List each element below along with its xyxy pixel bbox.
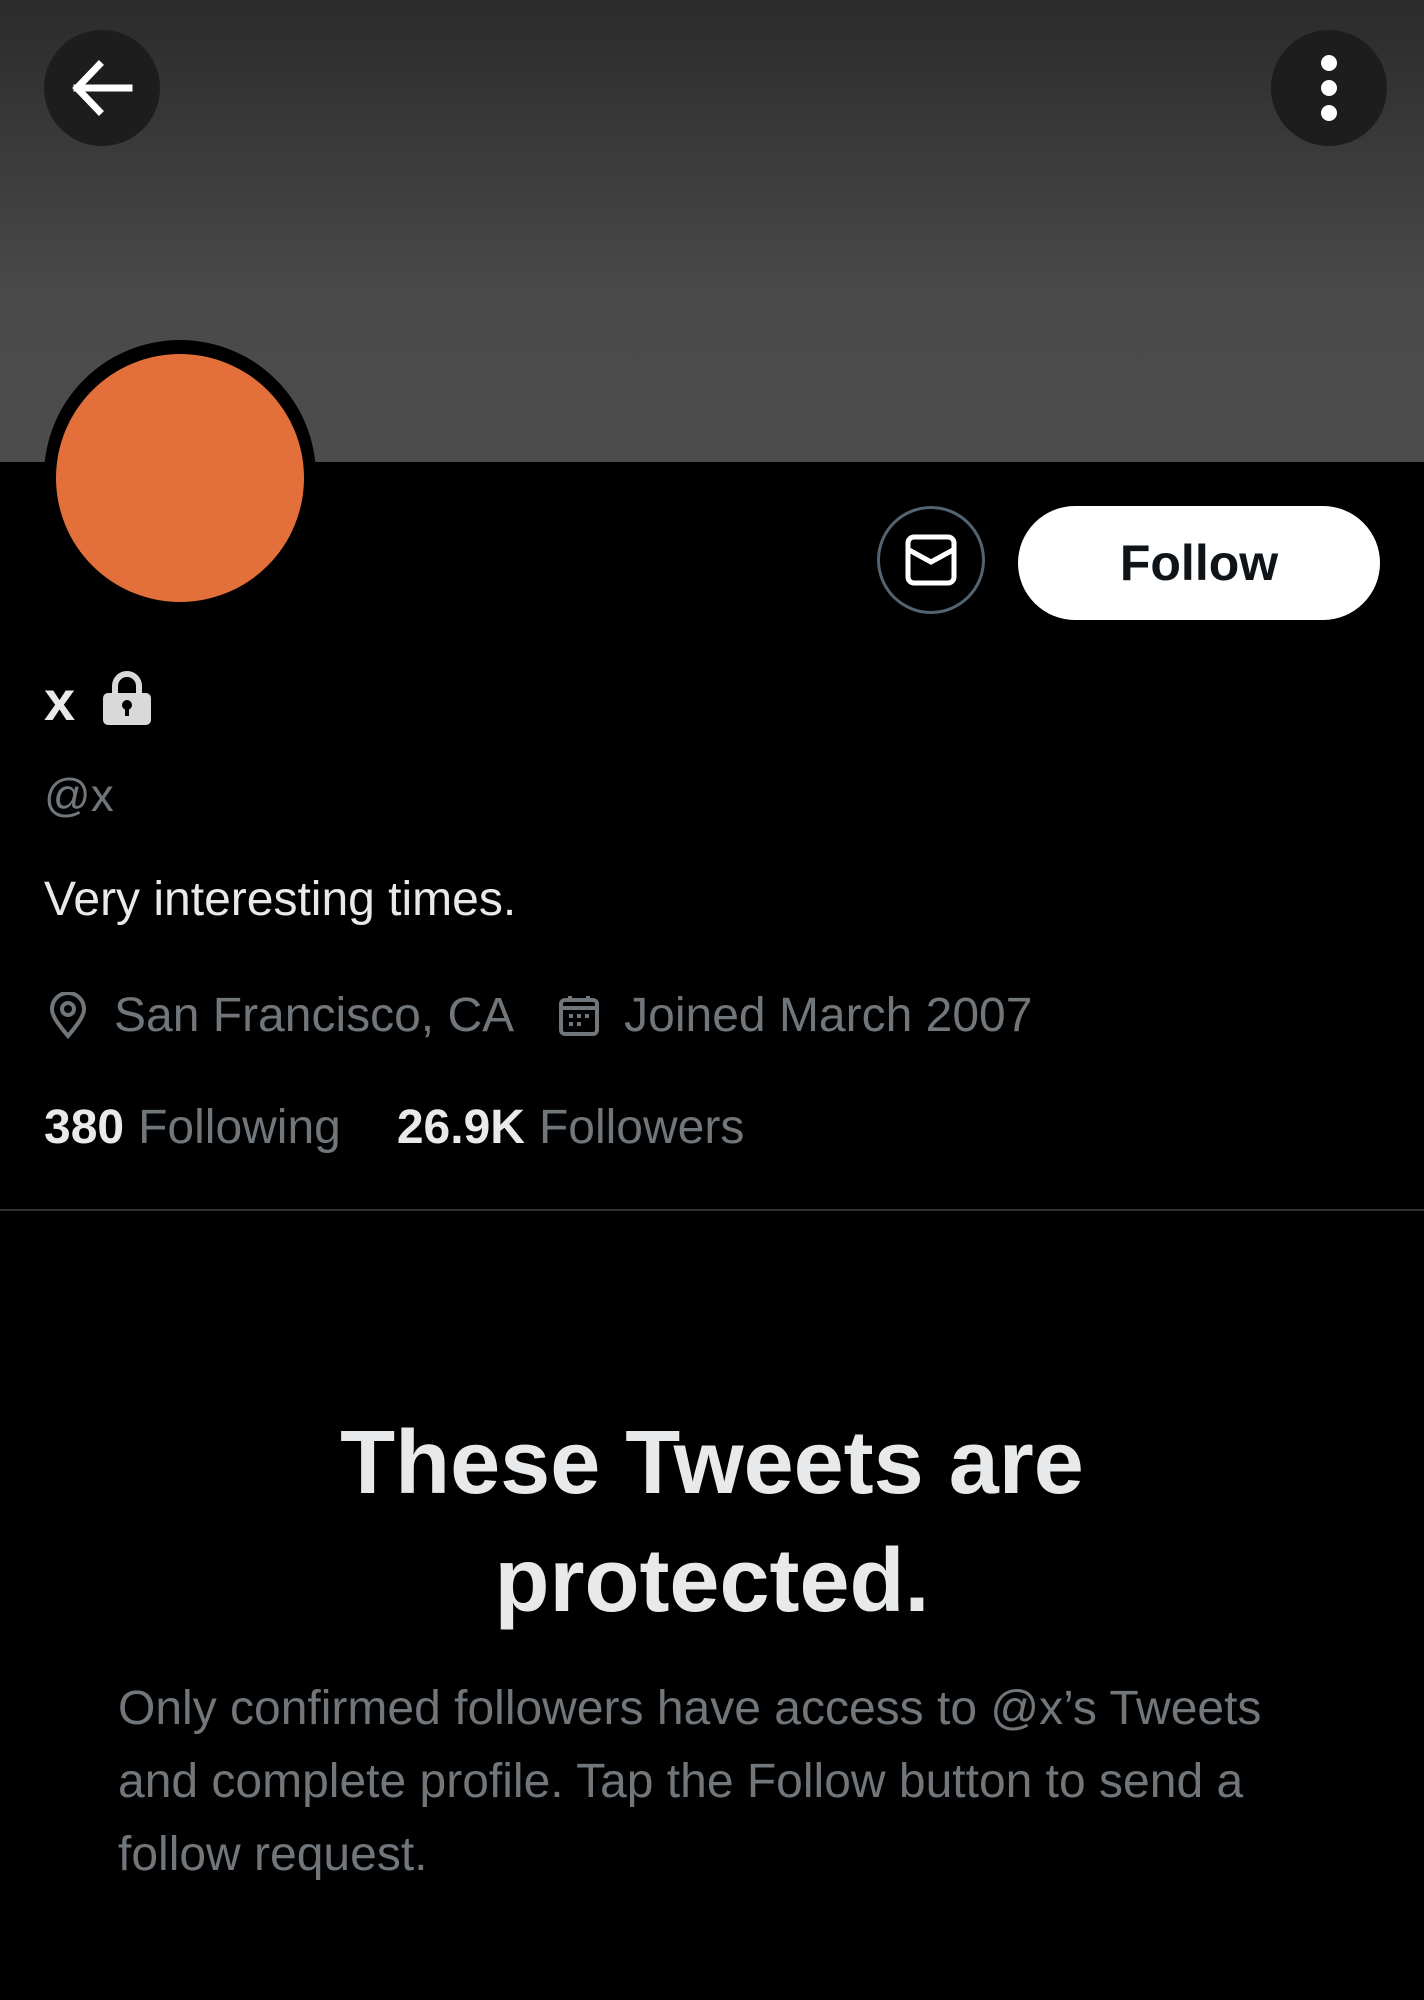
joined-text: Joined March 2007 [624, 989, 1033, 1042]
location-item: San Francisco, CA [46, 988, 514, 1043]
envelope-icon [905, 534, 957, 586]
followers-link[interactable]: 26.9K Followers [397, 1100, 744, 1155]
following-link[interactable]: 380 Following [44, 1100, 341, 1155]
display-name: x [44, 669, 76, 732]
profile-bio: Very interesting times. [44, 873, 517, 926]
location-pin-icon [49, 991, 87, 1039]
message-button[interactable] [877, 506, 985, 614]
follow-stats: 380 Following 26.9K Followers [44, 1100, 744, 1155]
more-vertical-icon [1321, 55, 1337, 121]
avatar[interactable] [56, 354, 304, 602]
calendar-icon [559, 995, 600, 1036]
arrow-left-icon [72, 60, 133, 116]
following-count: 380 [44, 1101, 125, 1154]
joined-item: Joined March 2007 [558, 988, 1032, 1043]
followers-label: Followers [538, 1101, 745, 1154]
user-handle: @x [44, 769, 114, 821]
profile-meta: San Francisco, CA Joined March 2007 [46, 988, 1032, 1043]
followers-count: 26.9K [396, 1101, 525, 1154]
follow-button[interactable]: Follow [1018, 506, 1380, 620]
back-button[interactable] [44, 30, 160, 146]
location-text: San Francisco, CA [114, 989, 515, 1042]
more-options-button[interactable] [1271, 30, 1387, 146]
protected-title: These Tweets are protected. [340, 1413, 1084, 1631]
following-label: Following [138, 1101, 341, 1154]
section-divider [0, 1209, 1424, 1211]
lock-icon [103, 670, 152, 725]
display-name-row: x [44, 668, 153, 733]
protected-description: Only confirmed followers have access to … [118, 1682, 1262, 1881]
